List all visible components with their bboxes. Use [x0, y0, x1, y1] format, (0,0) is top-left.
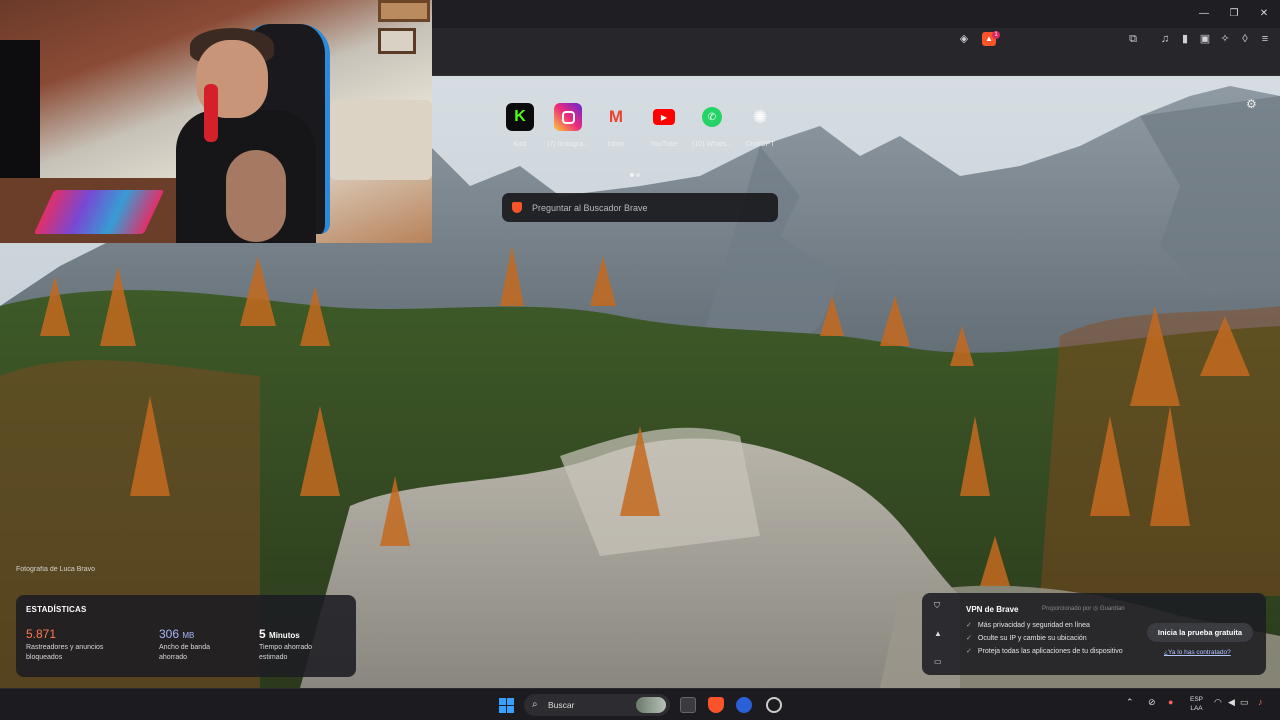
menu-icon[interactable]: ≡ — [1258, 32, 1272, 46]
vpn-feature-text: Proteja todas las aplicaciones de tu dis… — [977, 648, 1123, 655]
lang-line-1: ESP — [1190, 696, 1204, 703]
check-icon: ✓ — [966, 635, 972, 642]
restore-button[interactable]: ❐ — [1226, 6, 1242, 22]
search-placeholder: Preguntar al Buscador Brave — [532, 202, 648, 213]
vpn-title: VPN de Brave — [966, 605, 1019, 614]
windows-taskbar: ⌕ Buscar ⌃ ⊘ ● ESP LAA ◠ ◀ ▭ ♪ — [0, 688, 1280, 720]
rgb-keyboard — [33, 190, 165, 234]
speed-dial-pagination[interactable] — [630, 164, 650, 177]
bed — [330, 100, 432, 180]
trackers-desc-1: Rastreadores y anuncios — [26, 644, 104, 651]
vpn-feature: ✓ Proteja todas las aplicaciones de tu di… — [966, 647, 1123, 655]
trackers-desc-2: bloqueados — [26, 654, 63, 661]
vpn-side-shield-icon[interactable]: ⛉ — [934, 601, 940, 611]
time-value: 5 — [259, 627, 266, 641]
taskbar-search-label: Buscar — [548, 700, 575, 710]
microphone — [204, 84, 218, 142]
tray-wifi-icon[interactable]: ◠ — [1214, 697, 1222, 708]
bandwidth-unit: MB — [182, 631, 195, 640]
language-indicator[interactable]: ESP LAA — [1190, 695, 1203, 713]
vpn-icon[interactable]: ◊ — [1238, 32, 1252, 46]
close-button[interactable]: ✕ — [1256, 6, 1272, 22]
check-icon: ✓ — [966, 648, 972, 655]
brave-search-box[interactable]: Preguntar al Buscador Brave — [502, 193, 778, 222]
speed-dial-kick[interactable]: K Kick — [498, 103, 542, 148]
gmail-icon: M — [608, 107, 624, 126]
trackers-count: 5.871 — [26, 627, 57, 641]
tray-mic-icon[interactable]: ● — [1168, 697, 1173, 707]
check-icon: ✓ — [966, 622, 972, 629]
vpn-provided-by: Proporcionado por ◎ Guardian — [1042, 606, 1125, 612]
bandwidth-desc-2: ahorrado — [159, 654, 188, 661]
tray-notification-icon[interactable]: ♪ — [1258, 697, 1263, 707]
speed-dial-inbox[interactable]: M Inbox — [594, 103, 638, 148]
tray-chevron-icon[interactable]: ⌃ — [1126, 697, 1134, 708]
time-desc-1: Tiempo ahorrado — [259, 644, 313, 651]
speed-dial-label: ChatGPT — [745, 141, 775, 148]
lang-line-2: LAA — [1190, 705, 1203, 712]
speed-dial-label: (10) Whats... — [691, 141, 733, 148]
kick-icon: K — [506, 103, 534, 131]
tray-volume-icon[interactable]: ◀ — [1228, 697, 1235, 708]
brave-browser-icon[interactable] — [708, 697, 724, 713]
stat-trackers: 5.871 Rastreadores y anuncios bloqueados — [26, 627, 103, 663]
leo-icon[interactable]: ✧ — [1218, 32, 1232, 46]
tray-network-icon[interactable]: ⊘ — [1148, 697, 1156, 708]
vpn-feature-text: Más privacidad y seguridad en línea — [977, 622, 1090, 629]
stat-time: 5 Minutos Tiempo ahorrado estimado — [259, 627, 312, 663]
speed-dial-label: Kick — [513, 141, 527, 148]
chatgpt-icon: ✺ — [752, 106, 768, 127]
time-desc-2: estimado — [259, 654, 288, 661]
speed-dial-instagram[interactable]: (7) Instagra... — [546, 103, 590, 148]
brave-lion-icon — [512, 202, 522, 213]
vpn-feature: ✓ Oculte su IP y cambie su ubicación — [966, 634, 1087, 642]
wall-picture — [378, 28, 416, 54]
search-highlight-image — [636, 697, 666, 713]
task-view-icon[interactable] — [680, 697, 696, 713]
bandwidth-desc-1: Ancho de banda — [159, 644, 210, 651]
time-unit: Minutos — [269, 631, 300, 640]
vpn-widget: ⛉ ▲ ▭ VPN de Brave Proporcionado por ◎ G… — [922, 593, 1266, 675]
customize-gear-icon[interactable]: ⚙ — [1246, 97, 1257, 111]
streamer-arm — [226, 150, 286, 242]
vpn-side-card-icon[interactable]: ▭ — [934, 657, 942, 666]
minimize-button[interactable]: — — [1196, 6, 1212, 22]
webcam-overlay — [0, 0, 432, 243]
speed-dial-whatsapp[interactable]: ✆ (10) Whats... — [690, 103, 734, 148]
stat-bandwidth: 306 MB Ancho de banda ahorrado — [159, 627, 210, 663]
vpn-already-subscribed-link[interactable]: ¿Ya lo has contratado? — [1164, 649, 1231, 656]
speed-dial-youtube[interactable]: ▶ YouTube — [642, 103, 686, 148]
stats-widget: ESTADÍSTICAS 5.871 Rastreadores y anunci… — [16, 595, 356, 677]
search-icon: ⌕ — [532, 699, 538, 710]
sidebar-icon[interactable]: ▮ — [1178, 32, 1192, 46]
vpn-side-warning-icon[interactable]: ▲ — [934, 629, 942, 638]
vpn-feature: ✓ Más privacidad y seguridad en línea — [966, 621, 1090, 629]
speed-dial-label: Inbox — [607, 141, 625, 148]
whatsapp-icon: ✆ — [698, 103, 726, 131]
speed-dial-chatgpt[interactable]: ✺ ChatGPT — [738, 103, 782, 149]
settings-app-icon[interactable] — [736, 697, 752, 713]
windows-start-icon[interactable] — [499, 698, 514, 713]
rewards-badge: 1 — [992, 31, 1000, 39]
speed-dial-label: YouTube — [650, 141, 678, 148]
wall-frame — [378, 0, 430, 22]
wallet-icon[interactable]: ▣ — [1198, 32, 1212, 46]
vpn-start-trial-button[interactable]: Inicia la prueba gratuita — [1147, 623, 1253, 642]
youtube-icon: ▶ — [650, 103, 678, 131]
tray-battery-icon[interactable]: ▭ — [1240, 697, 1249, 708]
shield-icon[interactable]: ◈ — [957, 32, 971, 46]
chatgpt-app-icon[interactable] — [766, 697, 782, 713]
vpn-feature-text: Oculte su IP y cambie su ubicación — [977, 635, 1087, 642]
photo-credit[interactable]: Fotografía de Luca Bravo — [16, 566, 95, 573]
bandwidth-value: 306 — [159, 627, 180, 641]
instagram-icon — [554, 103, 582, 131]
music-icon[interactable]: ♫ — [1158, 32, 1172, 46]
stats-title: ESTADÍSTICAS — [26, 605, 87, 614]
taskbar-search[interactable]: ⌕ Buscar — [524, 694, 670, 716]
speed-dial-label: (7) Instagra... — [547, 141, 589, 148]
screenshot-icon[interactable]: ⧉ — [1126, 32, 1140, 46]
